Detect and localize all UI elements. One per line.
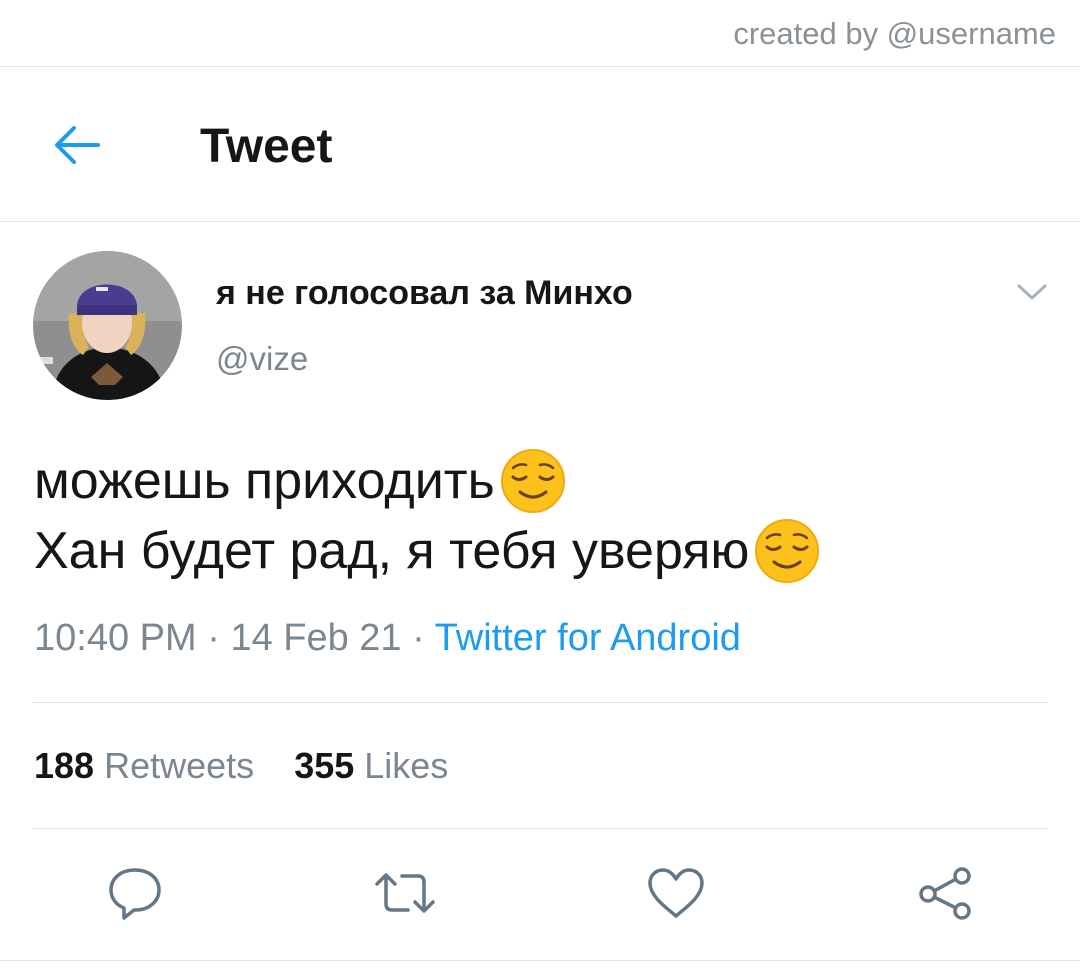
watermark-text: created by @username <box>733 16 1056 51</box>
tweet-source-link[interactable]: Twitter for Android <box>435 617 741 659</box>
like-button[interactable] <box>641 858 711 928</box>
bottom-divider <box>0 960 1080 961</box>
arrow-left-icon[interactable] <box>52 123 102 167</box>
likes-count[interactable]: 355 <box>294 745 354 786</box>
reply-button[interactable] <box>100 858 170 928</box>
retweet-icon <box>375 873 435 913</box>
tweet-line-text: можешь приходить <box>34 452 495 510</box>
divider <box>33 828 1048 829</box>
tweet-time: 10:40 PM <box>34 617 197 659</box>
reply-icon <box>109 868 161 920</box>
likes-label[interactable]: Likes <box>364 745 448 786</box>
meta-separator: · <box>207 617 220 659</box>
relieved-face-icon <box>755 519 820 583</box>
avatar[interactable] <box>33 251 182 400</box>
retweets-count[interactable]: 188 <box>34 745 94 786</box>
tweet-line-text: Хан будет рад, я тебя уверяю <box>34 522 750 580</box>
tweet-line: Хан будет рад, я тебя уверяю <box>34 516 821 586</box>
engagement-stats: 188 Retweets 355 Likes <box>34 745 478 787</box>
share-button[interactable] <box>910 858 980 928</box>
tweet-line: можешь приходить <box>34 446 821 516</box>
divider <box>33 702 1048 703</box>
retweets-label[interactable]: Retweets <box>104 745 254 786</box>
like-icon <box>648 868 704 918</box>
author-display-name[interactable]: я не голосовал за Минхо <box>216 274 633 313</box>
chevron-down-icon[interactable] <box>1014 278 1050 306</box>
top-bar: Tweet <box>0 67 1080 222</box>
page-title: Tweet <box>200 120 333 173</box>
avatar-photo <box>33 251 182 400</box>
retweet-button[interactable] <box>370 858 440 928</box>
relieved-face-icon <box>500 449 565 513</box>
watermark-bar: created by @username <box>0 0 1080 67</box>
meta-separator: · <box>412 617 425 659</box>
author-handle[interactable]: @vize <box>216 340 308 378</box>
tweet-metadata: 10:40 PM · 14 Feb 21 · Twitter for Andro… <box>34 617 741 660</box>
tweet-text: можешь приходить Хан будет рад, я тебя у… <box>34 446 821 586</box>
share-icon <box>919 867 971 920</box>
tweet-date: 14 Feb 21 <box>230 617 402 659</box>
